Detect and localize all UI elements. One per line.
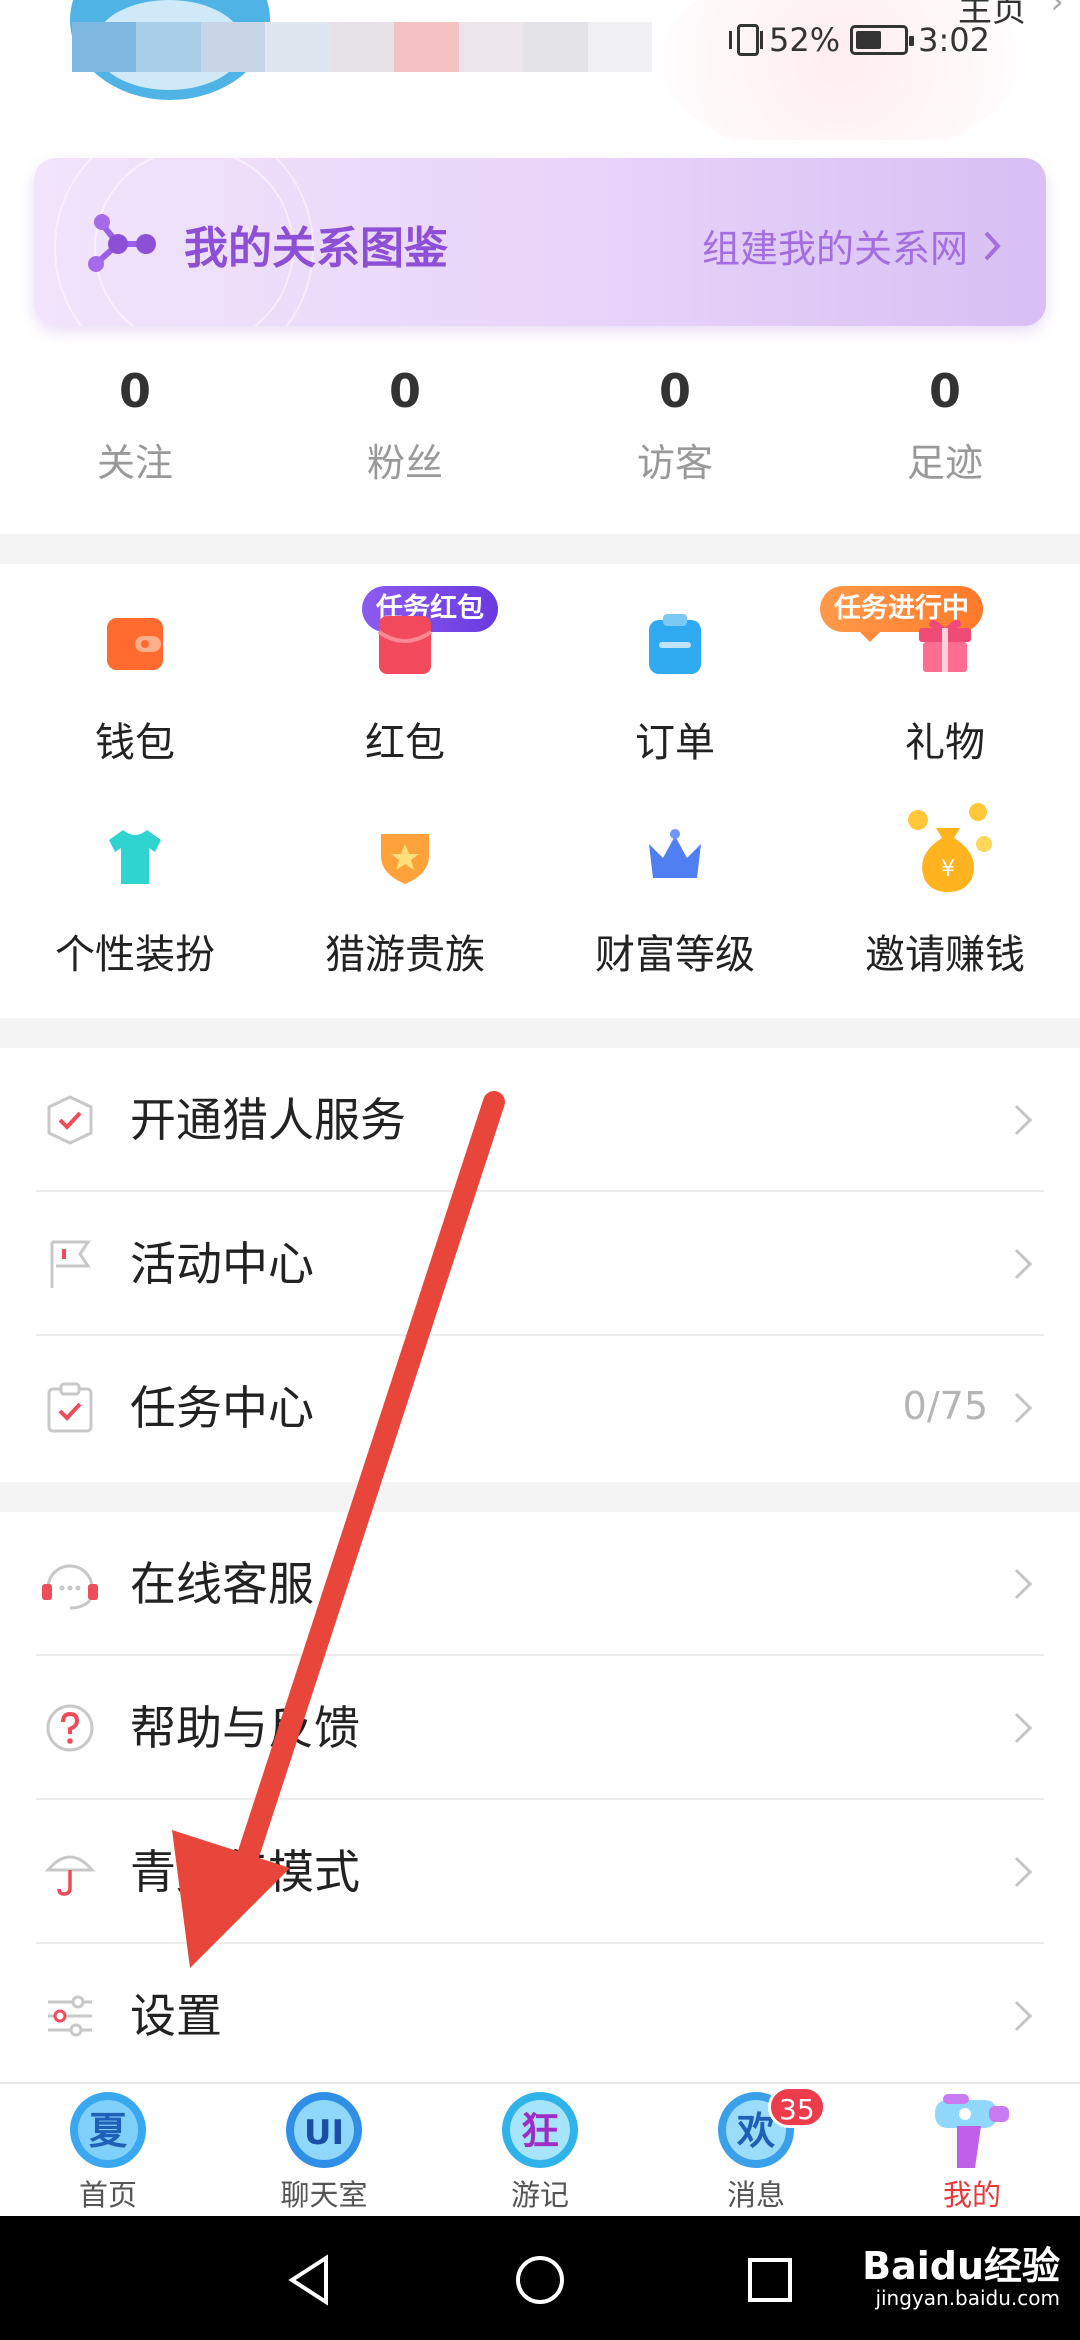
- order-entry[interactable]: 订单: [540, 614, 810, 804]
- chevron-right-icon: [1014, 1392, 1033, 1424]
- umbrella-icon: [44, 1855, 96, 1896]
- stat-footprints[interactable]: 0 足迹: [810, 360, 1080, 487]
- order-icon: [649, 614, 701, 674]
- menu-group-services: 开通猎人服务 活动中心 任务中心 0/75: [0, 1048, 1080, 1480]
- vibrate-icon: [729, 24, 764, 56]
- section-divider: [0, 1482, 1080, 1512]
- headset-icon: [42, 1564, 98, 1610]
- chevron-right-icon: [1014, 1856, 1033, 1888]
- chatroom-tab-icon: UI: [286, 2092, 362, 2168]
- task-progress: 0/75: [902, 1384, 988, 1428]
- section-divider: [0, 1018, 1080, 1048]
- svg-text:UI: UI: [304, 2113, 344, 2153]
- back-icon[interactable]: [280, 2250, 340, 2310]
- svg-text:夏: 夏: [89, 2109, 128, 2153]
- profile-header: 主页 › 52% 3:02: [0, 0, 1080, 140]
- system-navigation-bar: Baidu经验 jingyan.baidu.com: [0, 2216, 1080, 2340]
- baidu-watermark: Baidu经验 jingyan.baidu.com: [862, 2244, 1060, 2310]
- help-icon: [46, 1704, 94, 1752]
- status-bar: 52% 3:02: [729, 18, 990, 62]
- travel-notes-tab-icon: 狂: [502, 2092, 578, 2168]
- battery-icon: [850, 25, 915, 55]
- dress-up-entry[interactable]: 个性装扮: [0, 826, 270, 1016]
- water-gun-tab-icon: [935, 2094, 1009, 2168]
- money-bag-icon: ¥: [908, 803, 992, 892]
- online-service-row[interactable]: 在线客服: [0, 1512, 1080, 1656]
- flag-icon: [50, 1240, 91, 1288]
- wallet-icon: [107, 618, 163, 670]
- battery-percent: 52%: [769, 21, 841, 59]
- gift-icon: [919, 619, 971, 672]
- settings-sliders-icon: [48, 1995, 92, 2037]
- chevron-right-icon: [1014, 1104, 1033, 1136]
- teen-mode-row[interactable]: 青少年模式: [0, 1800, 1080, 1944]
- chevron-right-icon: [1014, 1712, 1033, 1744]
- activity-center-row[interactable]: 活动中心: [0, 1192, 1080, 1336]
- home-icon[interactable]: [510, 2250, 570, 2310]
- task-center-row[interactable]: 任务中心 0/75: [0, 1336, 1080, 1480]
- chevron-right-icon: ›: [1050, 0, 1064, 22]
- relation-banner[interactable]: 我的关系图鉴 组建我的关系网: [34, 158, 1046, 326]
- stats-row: 0 关注 0 粉丝 0 访客 0 足迹: [0, 360, 1080, 487]
- tab-travel-notes[interactable]: 狂 游记: [432, 2084, 648, 2218]
- stat-following[interactable]: 0 关注: [0, 360, 270, 487]
- noble-shield-icon: [381, 834, 429, 884]
- chevron-right-icon: [1014, 1568, 1033, 1600]
- red-envelope-icon: [377, 616, 433, 674]
- crown-icon: [649, 829, 701, 878]
- tab-chatroom[interactable]: UI 聊天室: [216, 2084, 432, 2218]
- banner-title: 我的关系图鉴: [184, 223, 448, 274]
- unread-count-badge: 35: [768, 2086, 826, 2128]
- hunter-service-row[interactable]: 开通猎人服务: [0, 1048, 1080, 1192]
- menu-group-support: 在线客服 帮助与反馈 青少年模式 设置: [0, 1512, 1080, 2088]
- stat-visitors[interactable]: 0 访客: [540, 360, 810, 487]
- recent-apps-icon[interactable]: [740, 2250, 800, 2310]
- settings-row[interactable]: 设置: [0, 1944, 1080, 2088]
- banner-link[interactable]: 组建我的关系网: [702, 218, 1002, 273]
- noble-entry[interactable]: 猎游贵族: [270, 826, 540, 1016]
- stat-fans[interactable]: 0 粉丝: [270, 360, 540, 487]
- help-feedback-row[interactable]: 帮助与反馈: [0, 1656, 1080, 1800]
- svg-text:¥: ¥: [941, 857, 955, 882]
- nickname-blurred: [72, 22, 652, 72]
- home-tab-icon: 夏: [70, 2092, 146, 2168]
- shield-check-icon: [47, 1095, 93, 1145]
- section-divider: [0, 534, 1080, 564]
- invite-earn-entry[interactable]: ¥ 邀请赚钱: [810, 803, 1080, 1016]
- relation-graph-icon: [88, 214, 156, 272]
- gift-entry[interactable]: 任务进行中 礼物: [810, 586, 1080, 804]
- wallet-entry[interactable]: 钱包: [0, 614, 270, 804]
- tshirt-icon: [109, 830, 161, 884]
- red-envelope-entry[interactable]: 任务红包 红包: [270, 586, 540, 804]
- wealth-level-entry[interactable]: 财富等级: [540, 826, 810, 1016]
- bottom-tab-bar: 夏 首页 UI 聊天室 狂 游记 欢 35 消息 我的: [0, 2082, 1080, 2216]
- svg-text:狂: 狂: [521, 2109, 559, 2153]
- chevron-right-icon: [984, 231, 1001, 260]
- tab-messages[interactable]: 欢 35 消息: [648, 2084, 864, 2218]
- chevron-right-icon: [1014, 1248, 1033, 1280]
- chevron-right-icon: [1014, 2000, 1033, 2032]
- clipboard-check-icon: [47, 1382, 93, 1433]
- tab-home[interactable]: 夏 首页: [0, 2084, 216, 2218]
- tab-mine[interactable]: 我的: [864, 2084, 1080, 2218]
- feature-grid-row2: 个性装扮 猎游贵族 财富等级 ¥ 邀请赚钱: [0, 803, 1080, 1016]
- clock: 3:02: [918, 21, 990, 59]
- feature-grid-row1: 钱包 任务红包 红包 订单 任务进行中 礼物: [0, 586, 1080, 804]
